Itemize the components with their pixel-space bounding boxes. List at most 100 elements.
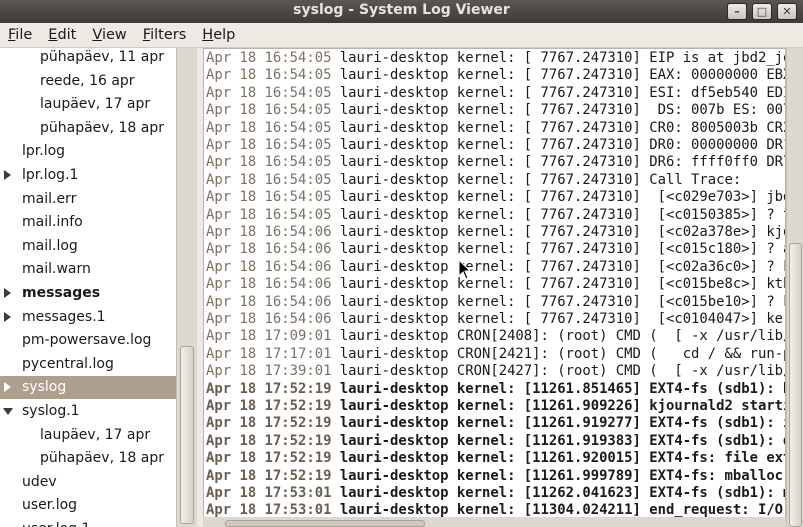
sidebar-item[interactable]: syslog [0,376,176,400]
sidebar-item[interactable]: reede, 16 apr [0,70,176,93]
sidebar-item-label: lpr.log.1 [22,167,79,183]
log-message: lauri-desktop kernel: [ 7767.247310] EIP… [331,50,786,66]
maximize-button[interactable]: □ [752,3,772,20]
menu-label-rest: elp [213,27,236,43]
expander-closed-icon[interactable] [4,288,11,298]
log-line: Apr 18 17:39:01 lauri-desktop CRON[2427]… [206,363,785,380]
sidebar-item-label: syslog [22,379,67,396]
sidebar-item[interactable]: mail.warn [0,258,176,281]
sidebar-item-label: pühapäev, 11 apr [40,49,164,65]
log-line: Apr 18 17:17:01 lauri-desktop CRON[2421]… [206,345,785,363]
log-timestamp: Apr 18 16:54:05 [206,102,332,119]
log-message: lauri-desktop kernel: [ 7767.247310] ESI… [331,84,786,101]
log-timestamp: Apr 18 16:54:05 [206,50,332,66]
log-message: lauri-desktop kernel: [11261.919383] EXT… [331,432,786,449]
menu-file[interactable]: File [0,27,40,43]
log-timestamp: Apr 18 16:54:05 [206,119,332,136]
log-line: Apr 18 17:53:01 lauri-desktop kernel: [1… [206,485,786,502]
log-message: lauri-desktop kernel: [ 7767.247310] CR0… [331,119,786,136]
menu-help[interactable]: Help [194,27,243,43]
expander-open-icon[interactable] [3,408,13,415]
log-line: Apr 18 16:54:06 lauri-desktop kernel: [ … [206,293,786,311]
sidebar-item[interactable]: pycentral.log [0,353,176,376]
log-message: lauri-desktop kernel: [ 7767.247310] Cal… [331,171,742,188]
log-line: Apr 18 16:54:05 lauri-desktop kernel: [ … [206,206,786,224]
log-message: lauri-desktop kernel: [ 7767.247310] [<c… [331,258,786,275]
log-vertical-scrollbar[interactable] [786,48,803,527]
sidebar-item[interactable]: laupäev, 17 apr [0,93,176,116]
menu-label-rest: iew [101,27,127,43]
sidebar-item[interactable]: lpr.log [0,140,176,163]
window-controls: – □ ✕ [727,3,797,20]
sidebar-item-label: syslog.1 [22,403,80,419]
expander-closed-icon[interactable] [4,170,11,180]
log-message: lauri-desktop kernel: [11304.024211] end… [331,502,786,519]
sidebar-item[interactable]: messages [0,282,176,305]
window-title: syslog - System Log Viewer [293,2,510,18]
sidebar-scrollbar[interactable] [176,48,197,527]
sidebar-item[interactable]: pühapäev, 11 apr [0,48,176,69]
log-message: lauri-desktop kernel: [11261.919277] EXT… [331,415,786,432]
sidebar-item[interactable]: user.log.1 [0,518,176,527]
menu-bar: File Edit View Filters Help [0,23,803,48]
log-message: lauri-desktop kernel: [11261.851465] EXT… [331,380,786,397]
sidebar-scrollbar-thumb[interactable] [180,346,194,524]
sidebar-item[interactable]: pühapäev, 18 apr [0,447,176,470]
sidebar-item[interactable]: mail.err [0,188,176,211]
sidebar-item-label: mail.log [22,237,78,254]
log-message: lauri-desktop CRON[2408]: (root) CMD ( [… [331,328,786,345]
sidebar-item[interactable]: user.log [0,494,176,517]
sidebar-item[interactable]: pm-powersave.log [0,329,176,352]
sidebar-item[interactable]: syslog.1 [0,400,176,423]
sidebar-item-label: user.log.1 [22,518,90,527]
expander-closed-icon[interactable] [4,311,11,322]
log-timestamp: Apr 18 17:17:01 [206,345,332,362]
log-view[interactable]: Apr 18 16:54:05 lauri-desktop kernel: [ … [203,48,786,527]
log-timestamp: Apr 18 16:54:06 [206,293,332,310]
log-timestamp: Apr 18 16:54:05 [206,154,332,171]
log-horizontal-scrollbar-thumb[interactable] [225,520,425,527]
log-line: Apr 18 16:54:05 lauri-desktop kernel: [ … [206,102,785,119]
log-timestamp: Apr 18 16:54:06 [206,276,332,293]
title-bar[interactable]: syslog - System Log Viewer – □ ✕ [0,0,803,23]
sidebar-item[interactable]: messages.1 [0,306,176,329]
sidebar-item-label: pycentral.log [22,355,114,372]
log-file-list[interactable]: pühapäev, 11 apr reede, 16 apr laupäev, 17… [0,48,176,527]
menu-filters[interactable]: Filters [135,27,194,43]
sidebar-item[interactable]: udev [0,471,176,494]
sidebar-item[interactable]: lpr.log.1 [0,164,176,187]
log-message: lauri-desktop kernel: [ 7767.247310] [<c… [331,206,786,223]
log-timestamp: Apr 18 16:54:05 [206,171,332,188]
log-line: Apr 18 17:09:01 lauri-desktop CRON[2408]… [206,328,786,345]
sidebar-item-label: laupäev, 17 apr [40,96,151,113]
menu-edit[interactable]: Edit [40,27,84,43]
log-line: Apr 18 17:52:19 lauri-desktop kernel: [1… [206,432,786,450]
sidebar-item[interactable]: pühapäev, 18 apr [0,117,176,140]
log-message: lauri-desktop kernel: [11262.041623] EXT… [331,485,786,501]
close-button[interactable]: ✕ [777,3,797,20]
log-timestamp: Apr 18 17:52:19 [206,432,332,449]
sidebar-item-label: udev [22,473,57,490]
menu-view[interactable]: View [84,27,134,43]
expander-closed-icon[interactable] [4,382,11,393]
log-timestamp: Apr 18 16:54:06 [206,258,332,275]
sidebar-item[interactable]: mail.info [0,211,176,234]
log-message: lauri-desktop kernel: [11261.999789] EXT… [331,467,786,484]
sidebar-item-label: laupäev, 17 apr [40,426,151,443]
log-line: Apr 18 17:52:19 lauri-desktop kernel: [1… [206,450,785,467]
log-timestamp: Apr 18 16:54:05 [206,84,332,101]
menu-label-rest: dit [57,27,77,43]
minimize-button[interactable]: – [727,3,747,20]
sidebar-item[interactable]: mail.log [0,235,176,258]
log-timestamp: Apr 18 17:53:01 [206,502,332,519]
log-line: Apr 18 16:54:06 lauri-desktop kernel: [ … [206,311,786,328]
menu-mnemonic: H [202,27,214,43]
log-message: lauri-desktop kernel: [ 7767.247310] DR0… [331,137,786,153]
menu-label-rest: ile [15,27,33,43]
log-message: lauri-desktop kernel: [ 7767.247310] [<c… [331,293,786,310]
log-scrollbar-thumb[interactable] [789,243,802,527]
log-timestamp: Apr 18 16:54:06 [206,224,332,240]
sidebar-item[interactable]: laupäev, 17 apr [0,424,176,447]
log-message: lauri-desktop kernel: [ 7767.247310] [<c… [331,311,786,327]
log-horizontal-scrollbar[interactable] [203,517,786,527]
